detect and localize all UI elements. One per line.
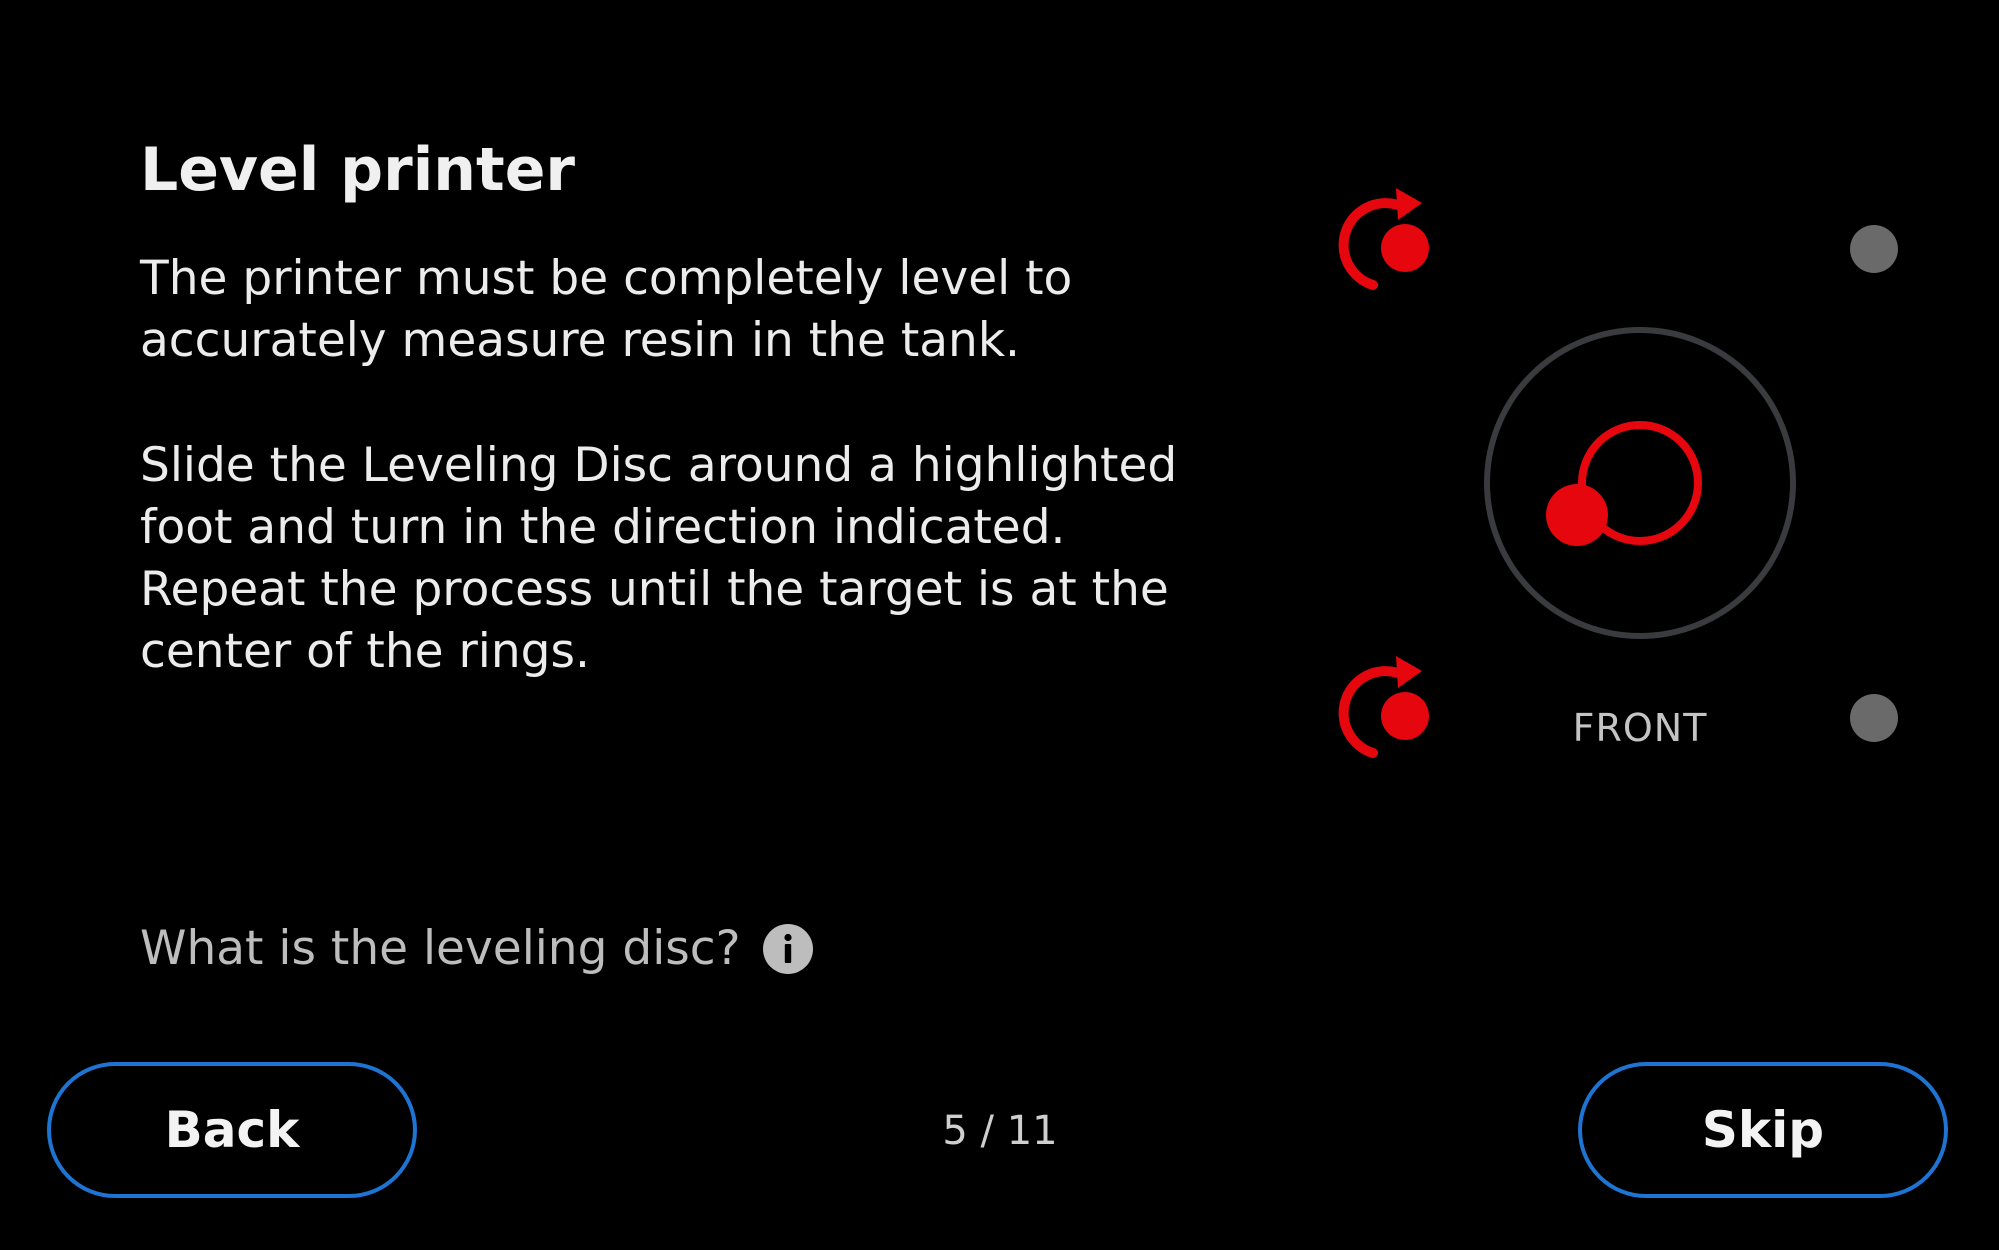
target-ring [1484,327,1796,639]
rotate-clockwise-arrow-icon [1338,188,1422,290]
back-left-foot [1338,188,1429,290]
instruction-paragraph-2: Slide the Leveling Disc around a highlig… [140,438,1178,679]
page-indicator: 5 / 11 [942,1108,1058,1154]
page-title: Level printer [140,135,575,205]
front-label: FRONT [1572,706,1708,750]
back-button[interactable]: Back [47,1062,417,1198]
help-link-text: What is the leveling disc? [140,921,741,976]
level-indicator-ring [1578,421,1702,545]
leveling-disc-help-link[interactable]: What is the leveling disc? [140,918,813,980]
front-left-foot [1338,656,1429,758]
skip-button[interactable]: Skip [1578,1062,1948,1198]
back-right-foot [1850,225,1898,273]
rotate-clockwise-arrow-icon [1338,656,1422,758]
level-indicator-dot [1546,484,1608,546]
front-right-foot [1850,694,1898,742]
instruction-paragraph-1: The printer must be completely level to … [140,251,1073,368]
info-icon[interactable] [762,924,813,974]
